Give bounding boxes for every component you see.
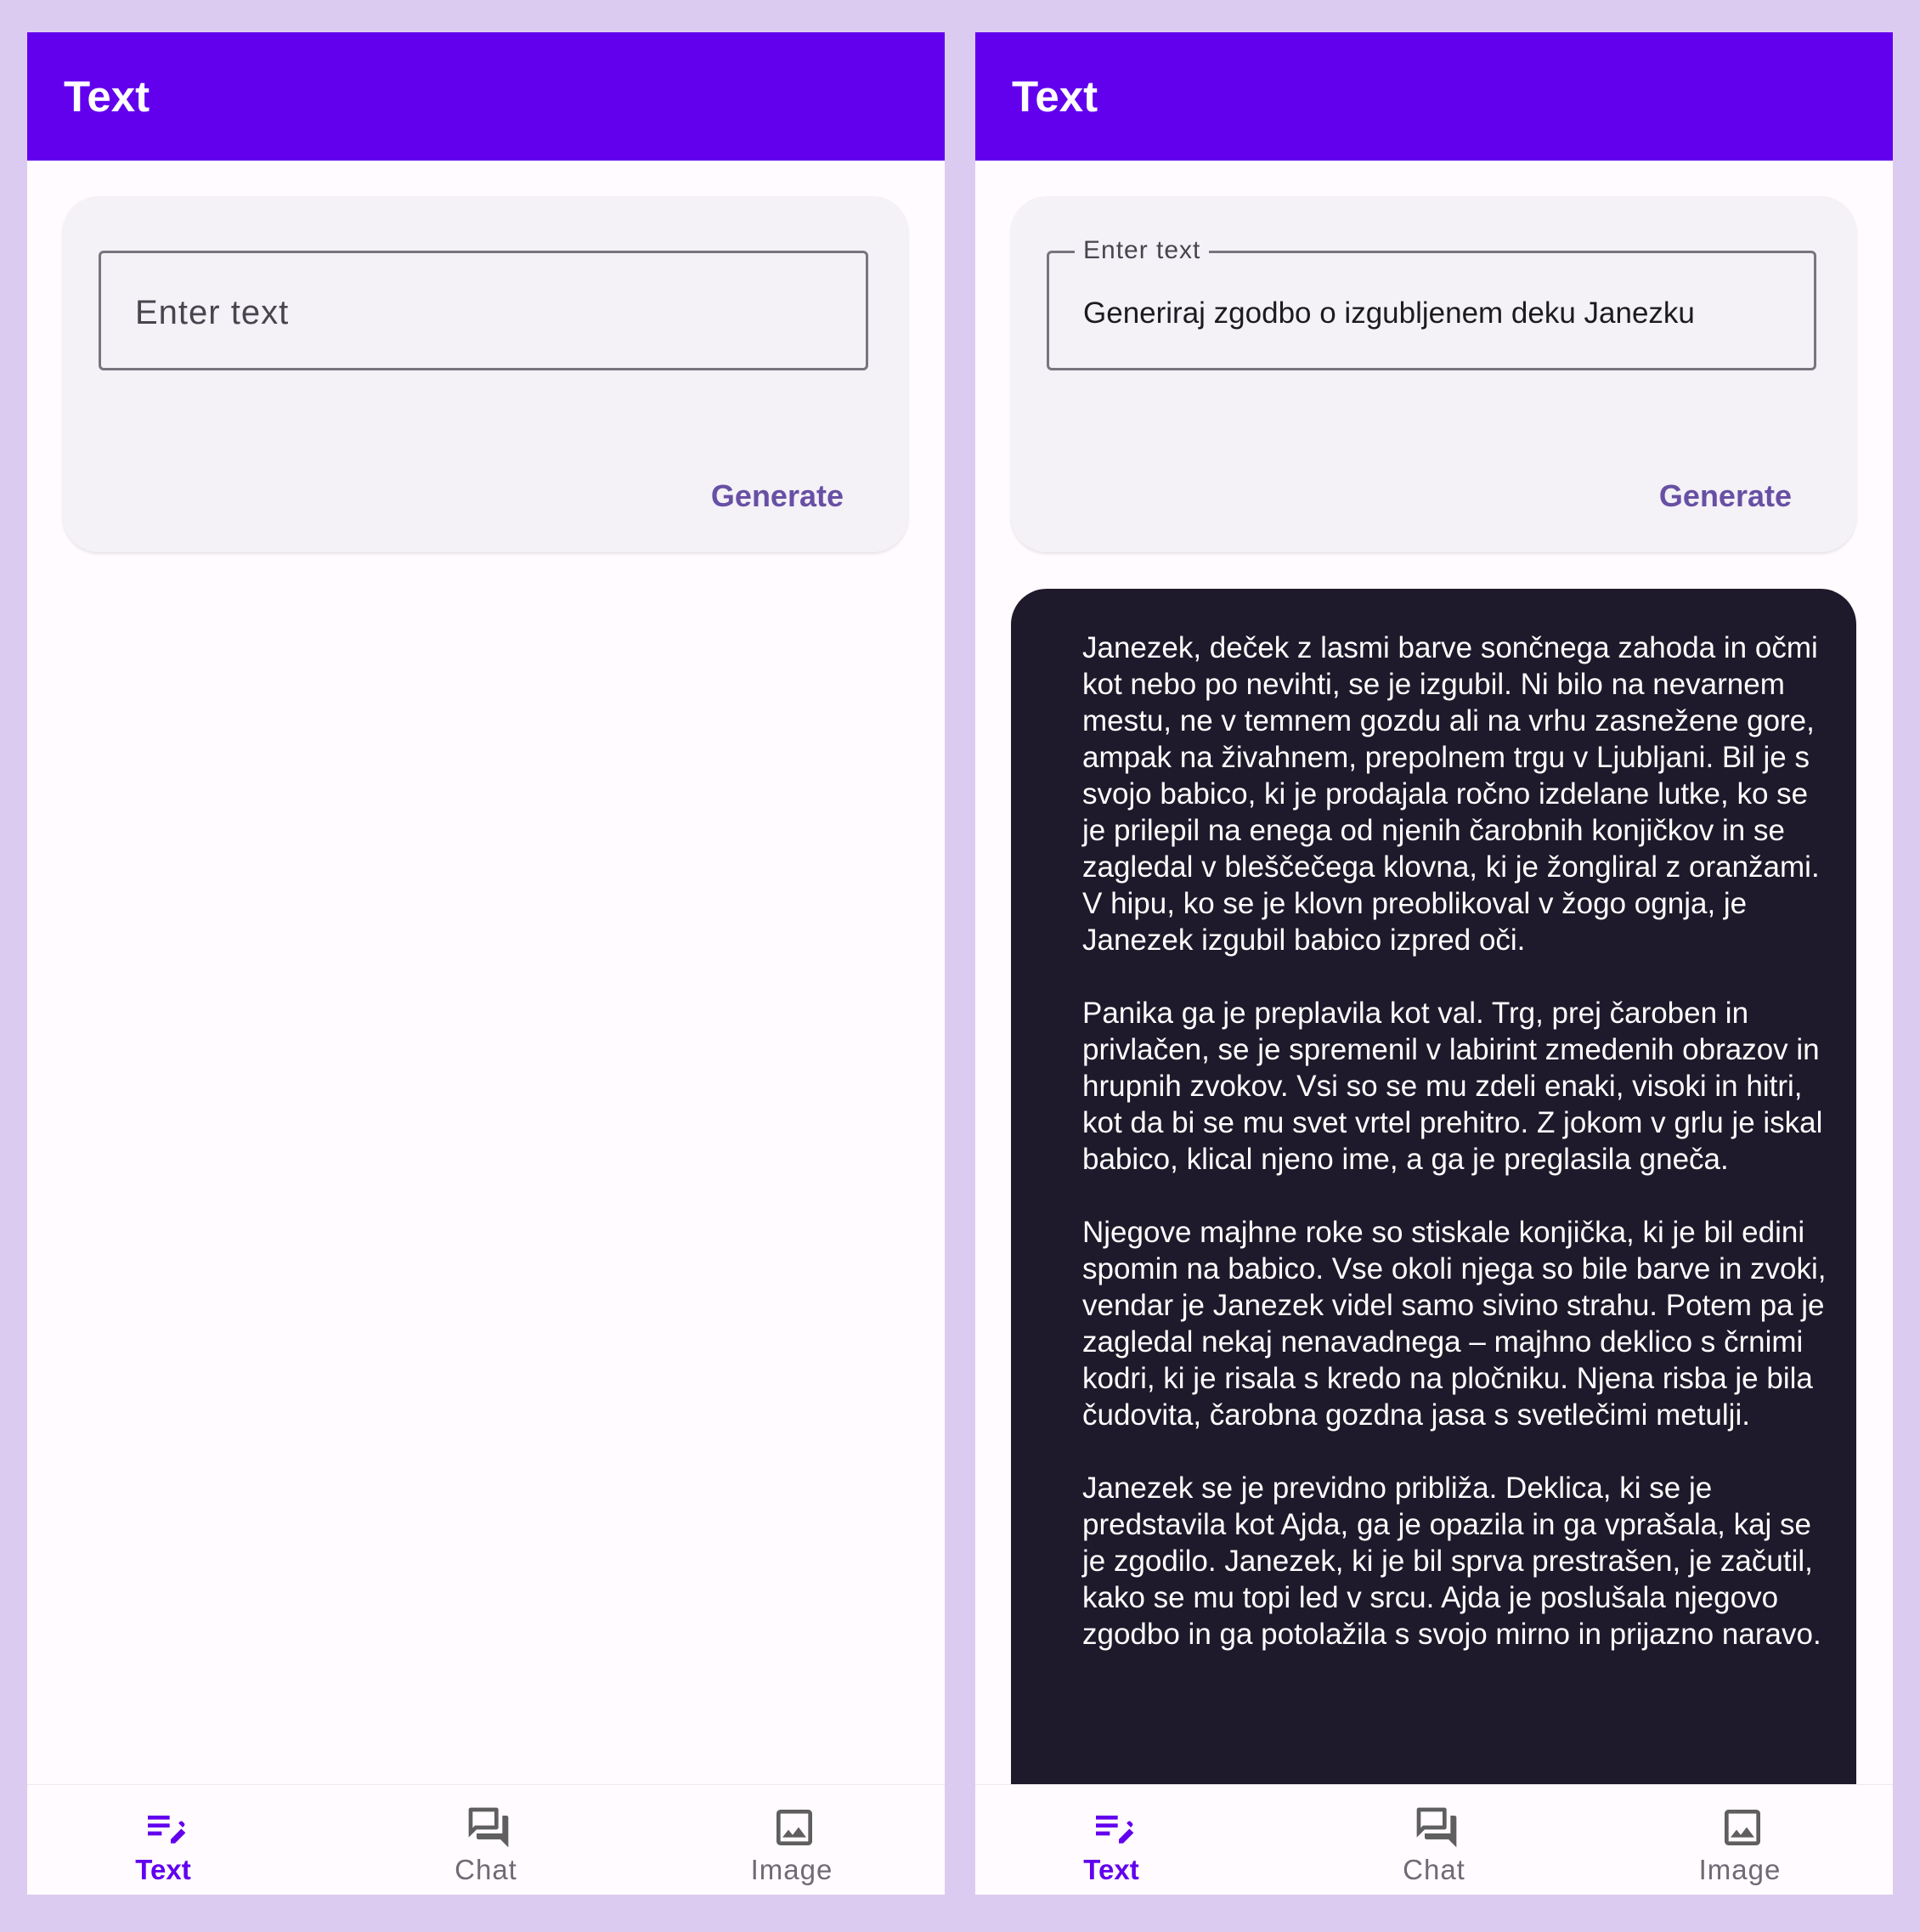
prompt-card: Enter text Generate — [63, 196, 908, 552]
top-app-bar: Text — [27, 32, 945, 161]
bottom-navigation: Text Chat Image — [975, 1784, 1893, 1895]
top-app-bar: Text — [975, 32, 1893, 161]
app-bar-title: Text — [64, 72, 150, 121]
prompt-input[interactable]: Enter text Generiraj zgodbo o izgubljene… — [1047, 234, 1816, 370]
story-paragraph: Njegove majhne roke so stiskale konjička… — [1082, 1216, 1827, 1432]
bottom-navigation: Text Chat Image — [27, 1784, 945, 1895]
generated-text-card: Janezek, deček z lasmi barve sončnega za… — [1011, 589, 1856, 1895]
nav-item-chat[interactable]: Chat — [392, 1785, 579, 1895]
prompt-card: Enter text Generiraj zgodbo o izgubljene… — [1011, 196, 1856, 552]
story-paragraph: Janezek, deček z lasmi barve sončnega za… — [1082, 631, 1820, 957]
image-icon — [776, 1810, 812, 1845]
generate-button[interactable]: Generate — [1659, 477, 1792, 515]
nav-item-text[interactable]: Text — [70, 1785, 257, 1895]
generate-button[interactable]: Generate — [711, 477, 844, 515]
prompt-floating-label: Enter text — [1075, 234, 1210, 267]
nav-item-text[interactable]: Text — [1018, 1785, 1205, 1895]
phone-screen-empty: Text Enter text Generate Text Chat Image — [27, 32, 945, 1895]
nav-label-text: Text — [135, 1854, 191, 1885]
image-icon — [1725, 1810, 1760, 1845]
nav-item-chat[interactable]: Chat — [1341, 1785, 1528, 1895]
nav-label-image: Image — [1698, 1854, 1782, 1885]
nav-label-text: Text — [1083, 1854, 1139, 1885]
forum-icon — [468, 1807, 509, 1848]
story-paragraph: Janezek se je previdno približa. Deklica… — [1082, 1472, 1821, 1651]
nav-item-image[interactable]: Image — [698, 1785, 885, 1895]
prompt-placeholder: Enter text — [135, 294, 290, 331]
nav-label-image: Image — [750, 1854, 833, 1885]
edit-note-icon — [1096, 1816, 1134, 1844]
app-bar-title: Text — [1012, 72, 1098, 121]
edit-note-icon — [148, 1816, 186, 1844]
forum-icon — [1416, 1807, 1457, 1848]
prompt-value: Generiraj zgodbo o izgubljenem deku Jane… — [1083, 297, 1695, 330]
nav-label-chat: Chat — [1403, 1854, 1465, 1885]
prompt-input[interactable]: Enter text — [99, 251, 868, 370]
phone-screen-result: Text Enter text Generiraj zgodbo o izgub… — [975, 32, 1893, 1895]
nav-label-chat: Chat — [455, 1854, 517, 1885]
nav-item-image[interactable]: Image — [1646, 1785, 1833, 1895]
story-paragraph: Panika ga je preplavila kot val. Trg, pr… — [1082, 997, 1823, 1176]
